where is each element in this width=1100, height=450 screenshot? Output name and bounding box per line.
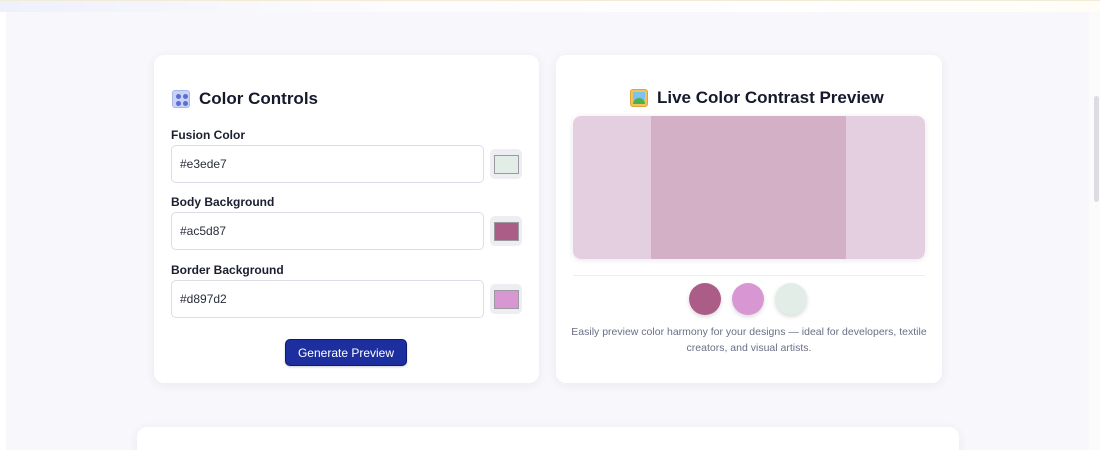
scrollbar-thumb[interactable] [1094,96,1099,202]
border-background-label: Border Background [171,263,284,277]
color-controls-card: Color Controls Fusion Color Body Backgro… [154,55,539,383]
generate-preview-button[interactable]: Generate Preview [285,339,407,366]
picture-icon [630,89,648,107]
border-background-swatch [493,289,519,309]
preview-outer-area [573,116,925,259]
live-preview-card: Live Color Contrast Preview Easily previ… [556,55,942,383]
border-background-input[interactable] [171,280,484,318]
border-background-picker[interactable] [490,284,522,314]
color-dot-fusion [775,283,807,315]
fusion-color-label: Fusion Color [171,128,245,142]
next-section-card [137,427,959,450]
color-dots [689,283,807,315]
preview-title: Live Color Contrast Preview [630,88,884,108]
body-background-label: Body Background [171,195,275,209]
scrollbar[interactable] [1089,12,1100,450]
preview-inner-area [651,116,846,259]
divider [573,275,925,276]
controls-title: Color Controls [172,89,318,109]
preview-description: Easily preview color harmony for your de… [571,326,927,354]
fusion-color-input[interactable] [171,145,484,183]
preview-title-text: Live Color Contrast Preview [657,88,884,107]
controls-title-text: Color Controls [199,89,318,108]
body-background-swatch [493,221,519,241]
fusion-color-swatch [493,154,519,174]
palette-icon [172,90,190,108]
top-bar [0,0,1100,12]
color-dot-border [732,283,764,315]
fusion-color-picker[interactable] [490,149,522,179]
color-dot-body [689,283,721,315]
body-background-picker[interactable] [490,216,522,246]
body-background-input[interactable] [171,212,484,250]
